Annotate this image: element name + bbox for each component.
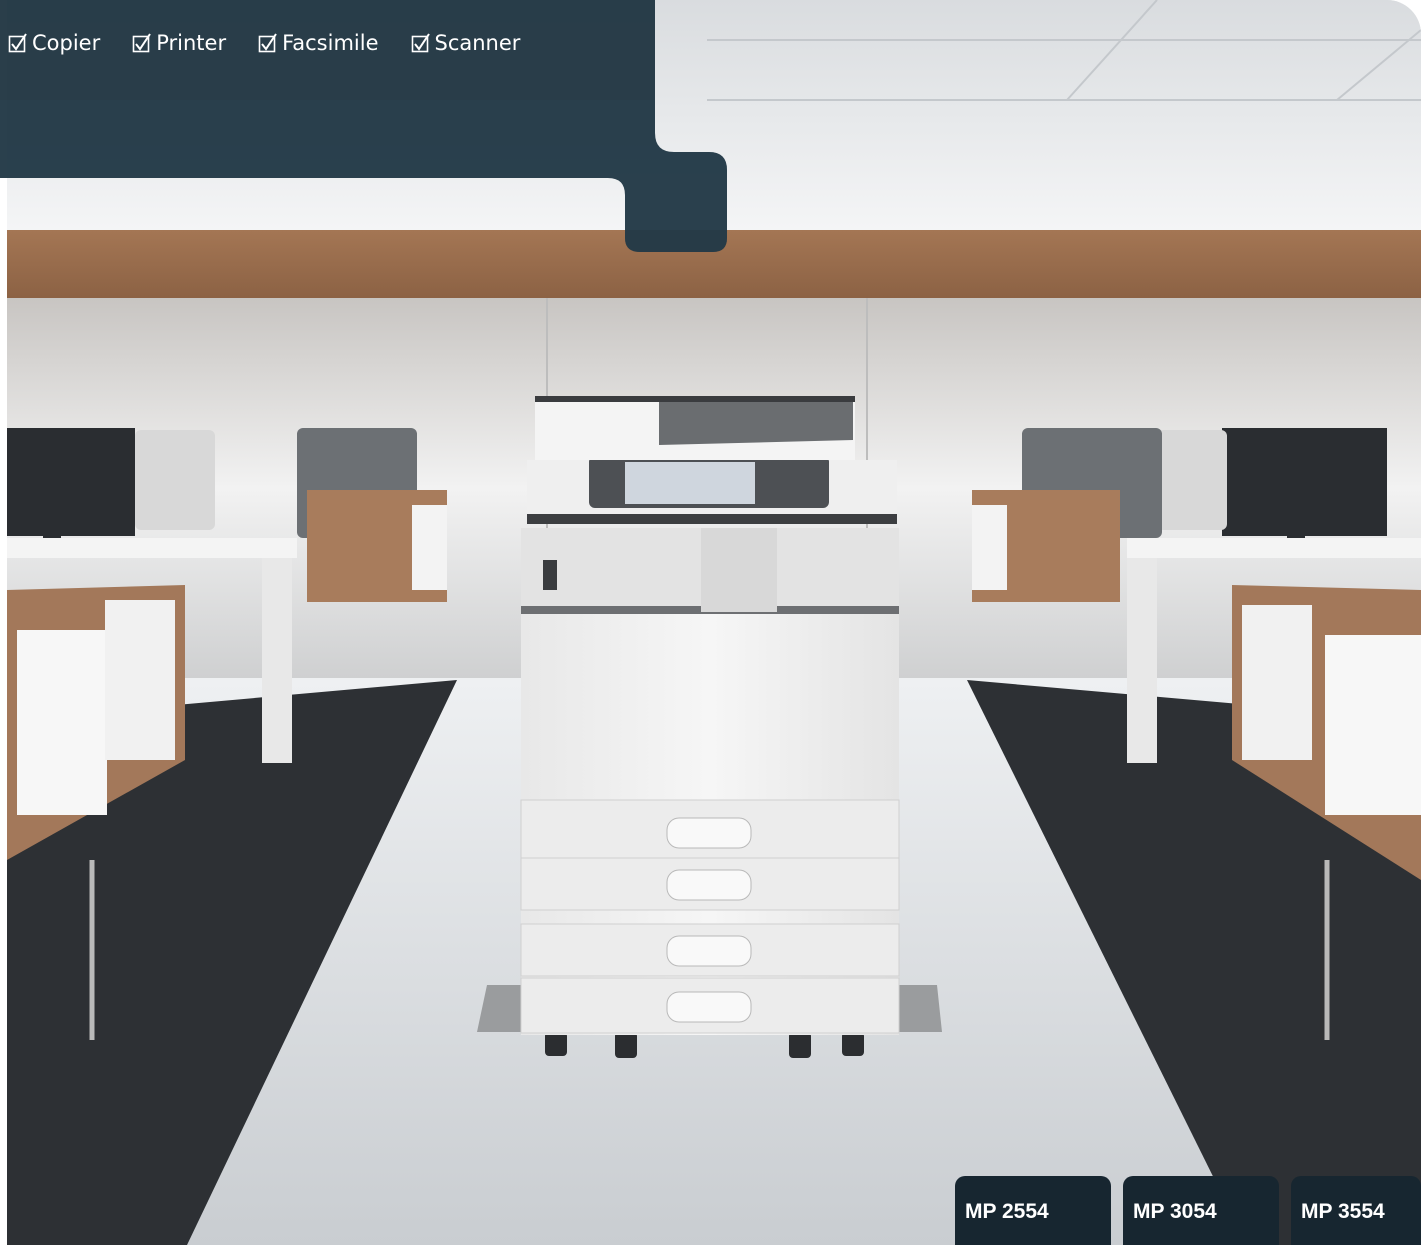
feature-facsimile: Facsimile xyxy=(258,31,379,55)
feature-copier: Copier xyxy=(8,31,100,55)
model-tab-mp2554[interactable]: MP 2554 xyxy=(955,1176,1111,1245)
model-tab-mp3054[interactable]: MP 3054 xyxy=(1123,1176,1279,1245)
brochure-cover: Copier Printer Facsimile Scanner MP 2554 xyxy=(0,0,1421,1245)
model-tabs: MP 2554 MP 3054 MP 3554 xyxy=(955,1176,1421,1245)
checkbox-icon xyxy=(8,33,27,53)
checkbox-icon xyxy=(132,33,152,53)
feature-scanner: Scanner xyxy=(411,31,521,55)
feature-printer: Printer xyxy=(132,31,226,55)
feature-label: Scanner xyxy=(434,31,521,55)
feature-label: Copier xyxy=(32,31,101,55)
feature-label: Facsimile xyxy=(282,31,379,55)
checkbox-icon xyxy=(258,33,277,53)
checkbox-icon xyxy=(411,33,430,53)
feature-label: Printer xyxy=(156,31,227,55)
feature-list: Copier Printer Facsimile Scanner xyxy=(8,31,552,55)
model-tab-mp3554[interactable]: MP 3554 xyxy=(1291,1176,1421,1245)
